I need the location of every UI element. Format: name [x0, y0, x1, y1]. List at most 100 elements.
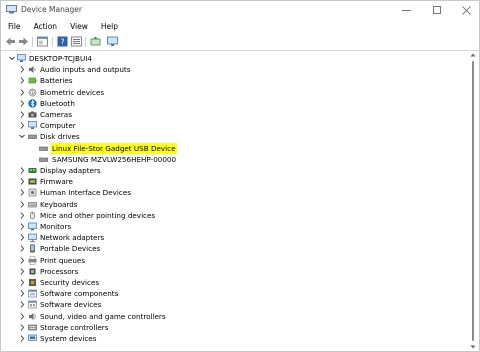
- tree-category-cameras[interactable]: Cameras: [1, 109, 467, 120]
- tree-category-processors[interactable]: Processors: [1, 266, 467, 277]
- sound-icon: [29, 312, 36, 320]
- chevron-right-icon[interactable]: [18, 299, 26, 310]
- monitor-icon: [28, 222, 37, 231]
- tree-category-mice-and-other-pointing-devices[interactable]: Mice and other pointing devices: [1, 210, 467, 221]
- tree-category-firmware[interactable]: Firmware: [1, 176, 467, 187]
- chevron-right-icon[interactable]: [18, 176, 26, 187]
- speaker-icon: [29, 66, 36, 74]
- tree-category-label: Print queues: [40, 255, 86, 265]
- tree-category-display-adapters[interactable]: Display adapters: [1, 165, 467, 176]
- close-icon: [461, 5, 471, 15]
- software-component-icon: [28, 289, 37, 298]
- tree-device-row[interactable]: Linux File-Stor Gadget USB Device: [1, 142, 467, 154]
- tree-category-label: Storage controllers: [40, 322, 109, 332]
- scrollbar-thumb[interactable]: [472, 61, 474, 341]
- close-button[interactable]: [451, 1, 480, 19]
- window-title: Device Manager: [21, 5, 82, 14]
- tree-category-label: Keyboards: [40, 199, 78, 209]
- tree-category-bluetooth[interactable]: Bluetooth: [1, 98, 467, 109]
- chevron-right-icon[interactable]: [18, 75, 26, 86]
- device-label: SAMSUNG MZVLW256HEHP-00000: [52, 154, 177, 164]
- chevron-down-icon[interactable]: [8, 53, 16, 64]
- menu-view[interactable]: View: [63, 19, 94, 34]
- tree-category-system-devices[interactable]: System devices: [1, 333, 467, 344]
- minimize-icon: [401, 9, 411, 11]
- tree-category-batteries[interactable]: Batteries: [1, 75, 467, 86]
- vertical-scrollbar[interactable]: [468, 51, 478, 351]
- tree-category-portable-devices[interactable]: Portable Devices: [1, 243, 467, 254]
- camera-icon: [28, 111, 37, 118]
- chevron-right-icon[interactable]: [18, 64, 26, 75]
- update-driver-icon[interactable]: [90, 36, 101, 47]
- maximize-icon: [432, 5, 441, 14]
- chevron-right-icon[interactable]: [18, 266, 26, 277]
- chevron-right-icon[interactable]: [18, 210, 26, 221]
- chevron-right-icon[interactable]: [18, 322, 26, 333]
- selected-device-label: Linux File-Stor Gadget USB Device: [51, 142, 177, 154]
- tree-category-monitors[interactable]: Monitors: [1, 221, 467, 232]
- chevron-right-icon[interactable]: [18, 277, 26, 288]
- firmware-icon: [28, 178, 37, 185]
- scroll-down-icon[interactable]: [470, 344, 476, 350]
- tree-category-storage-controllers[interactable]: Storage controllers: [1, 322, 467, 333]
- tree-category-disk-drives[interactable]: Disk drives: [1, 131, 467, 142]
- tree-category-software-devices[interactable]: Software devices: [1, 299, 467, 310]
- menu-action[interactable]: Action: [27, 19, 64, 34]
- tree-category-sound-video-and-game-controllers[interactable]: Sound, video and game controllers: [1, 311, 467, 322]
- chevron-right-icon[interactable]: [18, 165, 26, 176]
- mouse-icon: [30, 211, 35, 220]
- tree-device-row[interactable]: SAMSUNG MZVLW256HEHP-00000: [1, 154, 467, 165]
- help-icon[interactable]: ?: [57, 36, 68, 47]
- tree-category-label: Sound, video and game controllers: [40, 311, 166, 321]
- tree-category-keyboards[interactable]: Keyboards: [1, 199, 467, 210]
- tree-category-label: Bluetooth: [40, 98, 75, 108]
- tree-category-audio-inputs-and-outputs[interactable]: Audio inputs and outputs: [1, 64, 467, 75]
- forward-icon[interactable]: [18, 36, 29, 47]
- title-bar[interactable]: Device Manager: [1, 1, 479, 19]
- tree-root-row[interactable]: DESKTOP-TCJBUI4: [1, 53, 467, 64]
- network-adapter-icon: [28, 233, 37, 243]
- chevron-right-icon[interactable]: [18, 109, 26, 120]
- properties-icon[interactable]: [37, 36, 48, 47]
- chevron-right-icon[interactable]: [18, 120, 26, 131]
- processor-icon: [29, 268, 36, 275]
- tree-category-label: Cameras: [40, 110, 72, 119]
- chevron-right-icon[interactable]: [18, 187, 26, 198]
- tree-category-label: Display adapters: [40, 166, 101, 175]
- tree-category-label: Monitors: [40, 222, 72, 231]
- tree-category-security-devices[interactable]: Security devices: [1, 277, 467, 288]
- tree-category-label: System devices: [40, 334, 97, 343]
- chevron-down-icon[interactable]: [18, 131, 26, 142]
- menu-help[interactable]: Help: [94, 19, 124, 34]
- tree-category-label: Portable Devices: [40, 244, 101, 254]
- keyboard-icon: [28, 201, 37, 207]
- tree-root-label: DESKTOP-TCJBUI4: [29, 54, 92, 63]
- details-icon[interactable]: [71, 36, 82, 47]
- tree-category-label: Processors: [40, 266, 79, 276]
- toolbar-separator: [85, 37, 86, 47]
- scroll-up-icon[interactable]: [470, 52, 476, 58]
- chevron-right-icon[interactable]: [18, 199, 26, 210]
- chevron-right-icon[interactable]: [18, 333, 26, 344]
- chevron-right-icon[interactable]: [18, 255, 26, 266]
- tree-category-computer[interactable]: Computer: [1, 120, 467, 131]
- chevron-right-icon[interactable]: [18, 288, 26, 299]
- minimize-button[interactable]: [391, 1, 421, 19]
- chevron-right-icon[interactable]: [18, 221, 26, 232]
- monitor-icon[interactable]: [107, 36, 118, 47]
- chevron-right-icon[interactable]: [18, 232, 26, 243]
- chevron-right-icon[interactable]: [18, 87, 26, 98]
- tree-category-software-components[interactable]: Software components: [1, 288, 467, 299]
- tree-category-human-interface-devices[interactable]: Human Interface Devices: [1, 187, 467, 198]
- maximize-button[interactable]: [422, 1, 452, 19]
- tree-category-label: Software devices: [40, 300, 102, 310]
- tree-category-network-adapters[interactable]: Network adapters: [1, 232, 467, 243]
- tree-category-biometric-devices[interactable]: Biometric devices: [1, 87, 467, 98]
- back-icon[interactable]: [5, 36, 16, 47]
- chevron-right-icon[interactable]: [18, 98, 26, 109]
- tree-category-print-queues[interactable]: Print queues: [1, 255, 467, 266]
- chevron-right-icon[interactable]: [18, 311, 26, 322]
- tree-category-label: Disk drives: [40, 132, 80, 142]
- menu-file[interactable]: File: [1, 19, 27, 34]
- chevron-right-icon[interactable]: [18, 243, 26, 254]
